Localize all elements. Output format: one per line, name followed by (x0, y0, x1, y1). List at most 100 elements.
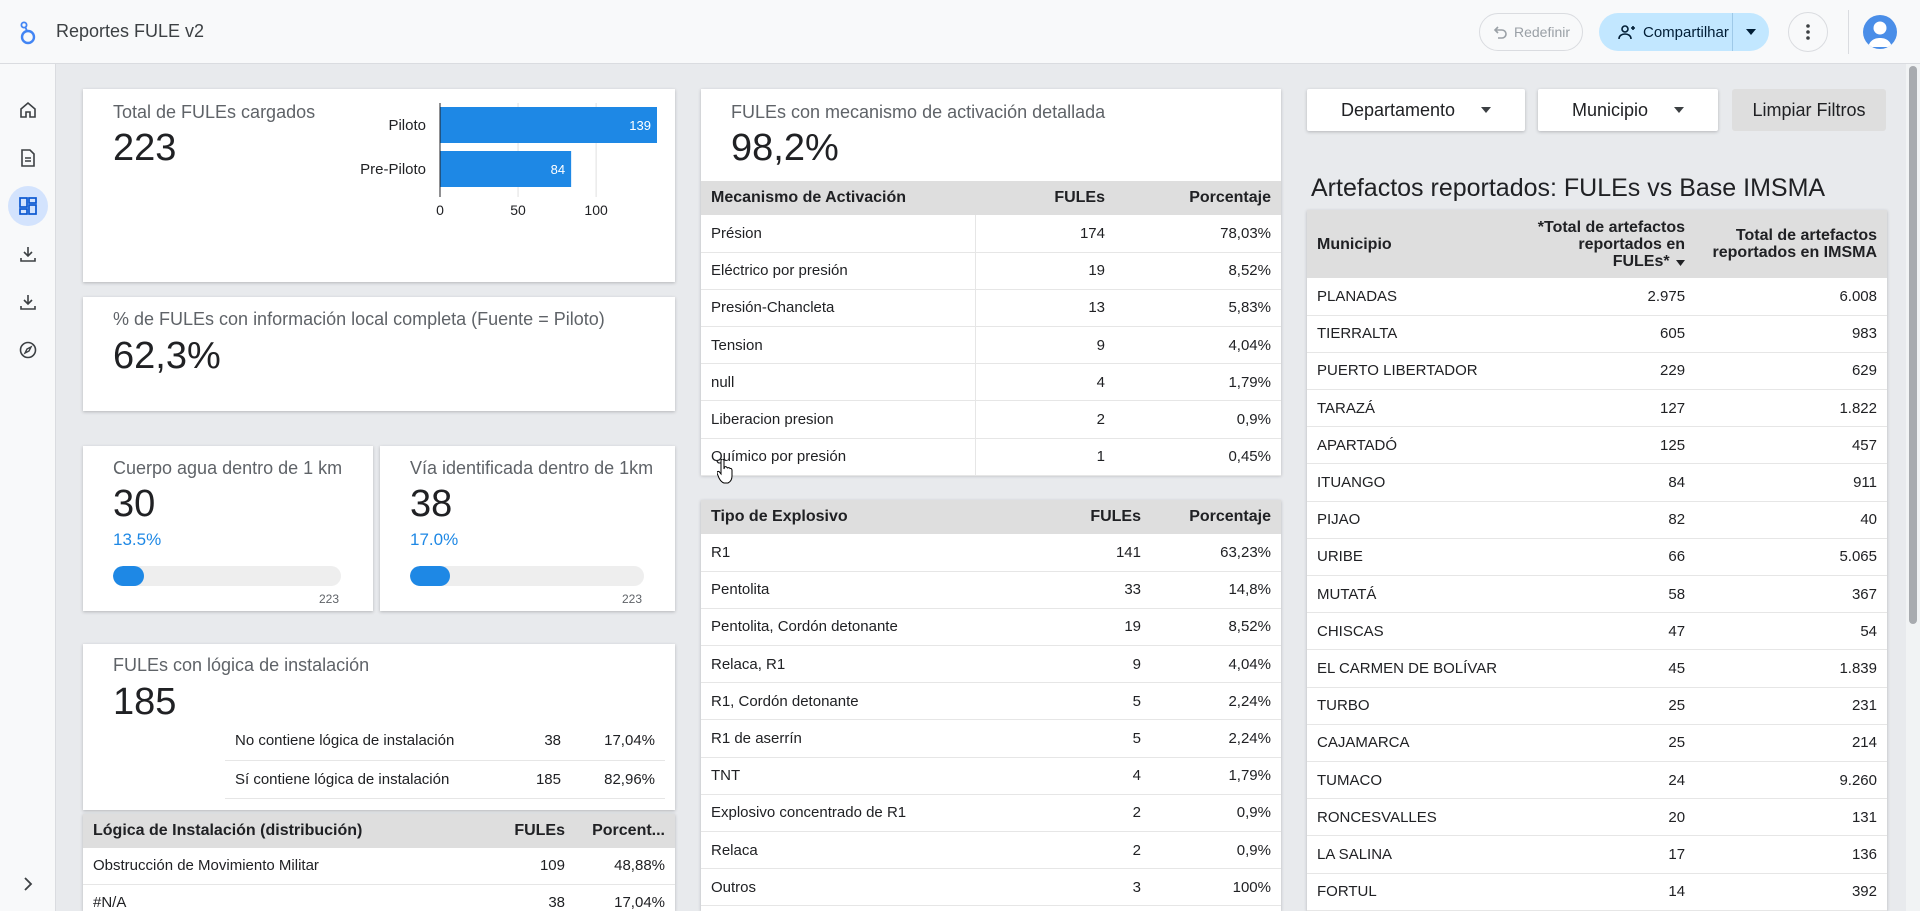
table-row[interactable]: URIBE 66 5.065 (1307, 538, 1887, 577)
avatar[interactable] (1863, 15, 1897, 49)
chart-bar[interactable] (440, 107, 657, 143)
table-row[interactable]: Pentolita, Cordón detonante 19 8,52% (701, 608, 1281, 647)
table-row[interactable]: TUMACO 24 9.260 (1307, 761, 1887, 800)
column-header[interactable]: Mecanismo de Activación (701, 181, 975, 215)
total-fules-card: Total de FULEs cargados 223 0 50 100 Piloto… (83, 89, 675, 282)
table-row[interactable]: CAJAMARCA 25 214 (1307, 724, 1887, 762)
rail-report[interactable] (8, 138, 48, 178)
column-header[interactable]: Porcentaje (1151, 500, 1281, 534)
logica-row-pct: 17,04% (604, 732, 655, 750)
table-row[interactable]: Outros 3 100% (701, 868, 1281, 907)
via-progress-track (410, 566, 644, 586)
table-row[interactable]: MUTATÁ 58 367 (1307, 575, 1887, 614)
table-row[interactable]: APARTADÓ 125 457 (1307, 426, 1887, 465)
cell: 20 (1507, 798, 1696, 837)
cell: Outros (701, 868, 1061, 907)
cell: 78,03% (1115, 215, 1281, 253)
column-header[interactable]: Tipo de Explosivo (701, 500, 1061, 534)
column-header[interactable]: Porcent... (575, 814, 675, 848)
more-options-button[interactable] (1788, 12, 1828, 52)
table-row[interactable]: R1 141 63,23% (701, 534, 1281, 572)
cell: 141 (1061, 534, 1151, 572)
table-row[interactable]: #N/A 38 17,04% (83, 884, 675, 911)
rail-expand[interactable] (8, 864, 48, 904)
table-row[interactable]: PLANADAS 2.975 6.008 (1307, 278, 1887, 316)
table-row[interactable]: PIJAO 82 40 (1307, 501, 1887, 539)
share-button[interactable]: Compartilhar (1599, 13, 1769, 51)
cell: 1,79% (1151, 757, 1281, 795)
share-dropdown[interactable] (1733, 29, 1769, 35)
table-row[interactable]: LA SALINA 17 136 (1307, 835, 1887, 874)
table-row[interactable]: CHISCAS 47 54 (1307, 612, 1887, 651)
table-row[interactable]: Tension 9 4,04% (701, 326, 1281, 365)
table-row[interactable]: null 4 1,79% (701, 363, 1281, 402)
cell: 605 (1507, 315, 1696, 353)
table-row[interactable]: Presión-Chancleta 13 5,83% (701, 289, 1281, 328)
page-scrollbar[interactable] (1906, 64, 1920, 911)
cell: 66 (1507, 538, 1696, 577)
looker-studio-logo-icon[interactable] (18, 20, 38, 46)
table-row[interactable]: TNT 4 1,79% (701, 757, 1281, 795)
mecanismo-table: Mecanismo de Activación FULEs Porcentaje… (701, 181, 1281, 476)
table-row[interactable]: EL CARMEN DE BOLÍVAR 45 1.839 (1307, 649, 1887, 688)
table-row[interactable]: TIERRALTA 605 983 (1307, 315, 1887, 353)
hand-cursor-icon (717, 459, 733, 484)
column-header[interactable]: Total de artefactos reportados en IMSMA (1695, 210, 1887, 278)
table-row[interactable]: R1 de aserrín 5 2,24% (701, 719, 1281, 758)
cell: 2.975 (1507, 278, 1696, 316)
table-row[interactable]: R1, Cordón detonante 5 2,24% (701, 682, 1281, 721)
column-header-sorted[interactable]: *Total de artefactos reportados en FULEs… (1507, 210, 1696, 278)
table-row[interactable]: Químico por presión 1 0,45% (701, 438, 1281, 476)
rail-explore[interactable] (8, 330, 48, 370)
cell: 13 (975, 289, 1115, 328)
column-header[interactable]: FULEs (975, 181, 1115, 215)
cuerpo-agua-max: 223 (319, 592, 340, 606)
table-row[interactable]: Liberacion presion 2 0,9% (701, 400, 1281, 439)
rail-home[interactable] (8, 90, 48, 130)
cell: APARTADÓ (1307, 426, 1508, 465)
report-title[interactable]: Reportes FULE v2 (56, 21, 204, 42)
limpiar-filtros-button[interactable]: Limpiar Filtros (1732, 89, 1886, 131)
table-row[interactable]: Obstrucción de Movimiento Militar 109 48… (83, 848, 675, 885)
table-row[interactable]: Explosivo concentrado de R1 2 0,9% (701, 794, 1281, 833)
chart-value-label: 84 (551, 162, 565, 177)
cell: 4 (1061, 757, 1151, 795)
rail-download-1[interactable] (8, 234, 48, 274)
cell: 84 (1507, 463, 1696, 502)
table-row[interactable]: PUERTO LIBERTADOR 229 629 (1307, 352, 1887, 391)
scrollbar-thumb[interactable] (1909, 66, 1917, 624)
cell: MUTATÁ (1307, 575, 1508, 614)
table-row[interactable]: Relaca, R1 9 4,04% (701, 645, 1281, 684)
table-row[interactable]: ITUANGO 84 911 (1307, 463, 1887, 502)
dashboard-icon (19, 197, 37, 215)
table-row[interactable]: TARAZÁ 127 1.822 (1307, 389, 1887, 428)
column-header[interactable]: FULEs (504, 814, 575, 848)
cell: RONCESVALLES (1307, 798, 1508, 837)
table-row[interactable]: Relaca 2 0,9% (701, 831, 1281, 870)
cell: PLANADAS (1307, 278, 1508, 316)
cell: 109 (504, 848, 575, 885)
imsma-title: Artefactos reportados: FULEs vs Base IMS… (1311, 174, 1826, 202)
cell: 9 (975, 326, 1115, 365)
column-header[interactable]: Lógica de Instalación (distribución) (83, 814, 505, 848)
reset-button[interactable]: Redefinir (1479, 13, 1583, 51)
logica-value: 185 (113, 681, 177, 723)
departamento-filter-label: Departamento (1340, 99, 1456, 120)
table-row[interactable]: Pentolita 33 14,8% (701, 571, 1281, 609)
explore-icon (19, 341, 37, 359)
logica-row-count: 185 (535, 770, 561, 788)
table-row[interactable]: FORTUL 14 392 (1307, 873, 1887, 911)
cell: 47 (1507, 612, 1696, 651)
column-header[interactable]: Porcentaje (1115, 181, 1281, 215)
rail-download-2[interactable] (8, 282, 48, 322)
table-row[interactable]: RONCESVALLES 20 131 (1307, 798, 1887, 837)
cell: Pentolita, Cordón detonante (701, 608, 1061, 647)
table-row[interactable]: TURBO 25 231 (1307, 687, 1887, 725)
table-row[interactable]: Eléctrico por presión 19 8,52% (701, 252, 1281, 290)
municipio-filter[interactable]: Municipio (1538, 89, 1718, 131)
departamento-filter[interactable]: Departamento (1307, 89, 1525, 131)
table-row[interactable]: Présion 174 78,03% (701, 215, 1281, 253)
column-header[interactable]: Municipio (1307, 210, 1508, 278)
rail-dashboard[interactable] (8, 186, 48, 226)
column-header[interactable]: FULEs (1061, 500, 1151, 534)
